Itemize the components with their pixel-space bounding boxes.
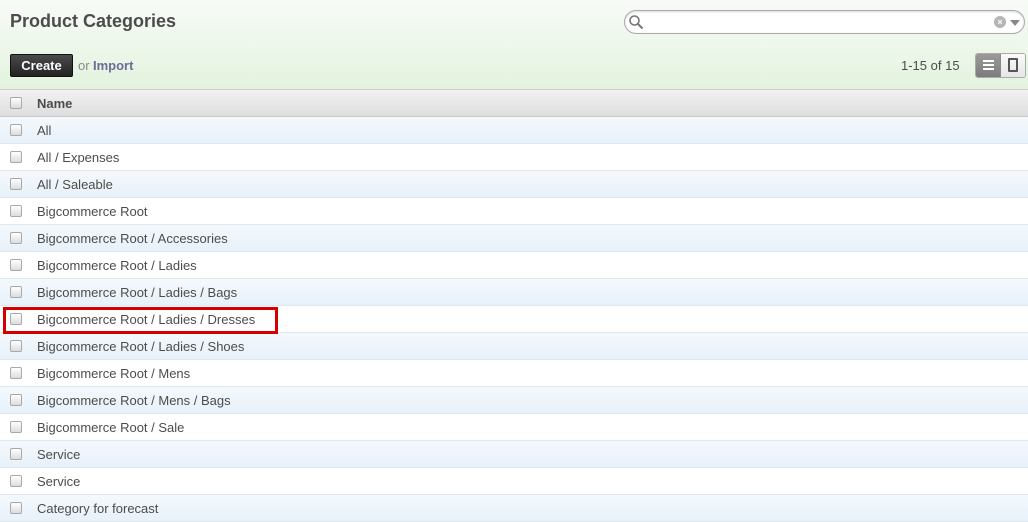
row-name: Bigcommerce Root / Sale <box>37 420 185 435</box>
list-view-icon <box>983 60 994 72</box>
row-name: Bigcommerce Root / Ladies <box>37 258 197 273</box>
table-row[interactable]: Service <box>0 468 1028 495</box>
row-checkbox[interactable] <box>10 205 22 217</box>
clear-icon[interactable]: × <box>994 16 1006 28</box>
row-name: Bigcommerce Root / Ladies / Shoes <box>37 339 245 354</box>
table-row[interactable]: Bigcommerce Root / Ladies / Dresses <box>0 306 1028 333</box>
row-checkbox[interactable] <box>10 124 22 136</box>
list-table: Name All All / Expenses All / Saleable Bigc… <box>0 90 1028 522</box>
control-panel: Product Categories × Create or Import 1-… <box>0 0 1028 90</box>
row-checkbox[interactable] <box>10 340 22 352</box>
row-name: Category for forecast <box>37 501 159 516</box>
table-body: All All / Expenses All / Saleable Bigcommer… <box>0 117 1028 522</box>
row-checkbox[interactable] <box>10 448 22 460</box>
table-row[interactable]: Bigcommerce Root / Accessories <box>0 225 1028 252</box>
table-row[interactable]: Bigcommerce Root / Sale <box>0 414 1028 441</box>
table-row[interactable]: Bigcommerce Root / Ladies / Bags <box>0 279 1028 306</box>
row-checkbox[interactable] <box>10 475 22 487</box>
row-checkbox[interactable] <box>10 151 22 163</box>
row-checkbox[interactable] <box>10 421 22 433</box>
table-header: Name <box>0 90 1028 117</box>
create-button[interactable]: Create <box>10 54 73 77</box>
row-name: Bigcommerce Root / Ladies / Dresses <box>37 312 256 327</box>
search-icon <box>629 15 644 30</box>
form-view-button[interactable] <box>1000 54 1025 77</box>
table-row[interactable]: All <box>0 117 1028 144</box>
view-switcher <box>975 53 1026 78</box>
table-row[interactable]: Category for forecast <box>0 495 1028 522</box>
column-header-name[interactable]: Name <box>37 96 72 111</box>
row-name: All / Saleable <box>37 177 113 192</box>
row-checkbox[interactable] <box>10 259 22 271</box>
search-box[interactable]: × <box>624 10 1025 34</box>
row-checkbox[interactable] <box>10 178 22 190</box>
table-row[interactable]: Bigcommerce Root / Ladies <box>0 252 1028 279</box>
table-row[interactable]: All / Saleable <box>0 171 1028 198</box>
row-checkbox[interactable] <box>10 232 22 244</box>
row-name: Bigcommerce Root / Ladies / Bags <box>37 285 238 300</box>
select-all-checkbox[interactable] <box>10 97 22 109</box>
form-view-icon <box>1007 58 1018 72</box>
row-checkbox[interactable] <box>10 394 22 406</box>
row-name: Service <box>37 474 81 489</box>
row-name: Bigcommerce Root / Mens / Bags <box>37 393 231 408</box>
page-title: Product Categories <box>10 11 177 31</box>
list-view-button[interactable] <box>976 54 1001 77</box>
pager-value[interactable]: 1-15 of 15 <box>901 58 960 73</box>
table-row[interactable]: Bigcommerce Root / Mens <box>0 360 1028 387</box>
table-row[interactable]: All / Expenses <box>0 144 1028 171</box>
table-row[interactable]: Bigcommerce Root <box>0 198 1028 225</box>
table-row[interactable]: Bigcommerce Root / Ladies / Shoes <box>0 333 1028 360</box>
chevron-down-icon[interactable] <box>1010 20 1020 26</box>
row-checkbox[interactable] <box>10 367 22 379</box>
table-row[interactable]: Service <box>0 441 1028 468</box>
row-checkbox[interactable] <box>10 286 22 298</box>
search-input[interactable] <box>647 14 987 30</box>
or-label: or <box>78 58 90 73</box>
row-name: Bigcommerce Root <box>37 204 148 219</box>
row-checkbox[interactable] <box>10 502 22 514</box>
row-checkbox[interactable] <box>10 313 22 325</box>
row-name: All <box>37 123 52 138</box>
table-row[interactable]: Bigcommerce Root / Mens / Bags <box>0 387 1028 414</box>
row-name: Bigcommerce Root / Accessories <box>37 231 228 246</box>
import-link[interactable]: Import <box>93 58 133 73</box>
row-name: All / Expenses <box>37 150 120 165</box>
row-name: Bigcommerce Root / Mens <box>37 366 191 381</box>
row-name: Service <box>37 447 81 462</box>
